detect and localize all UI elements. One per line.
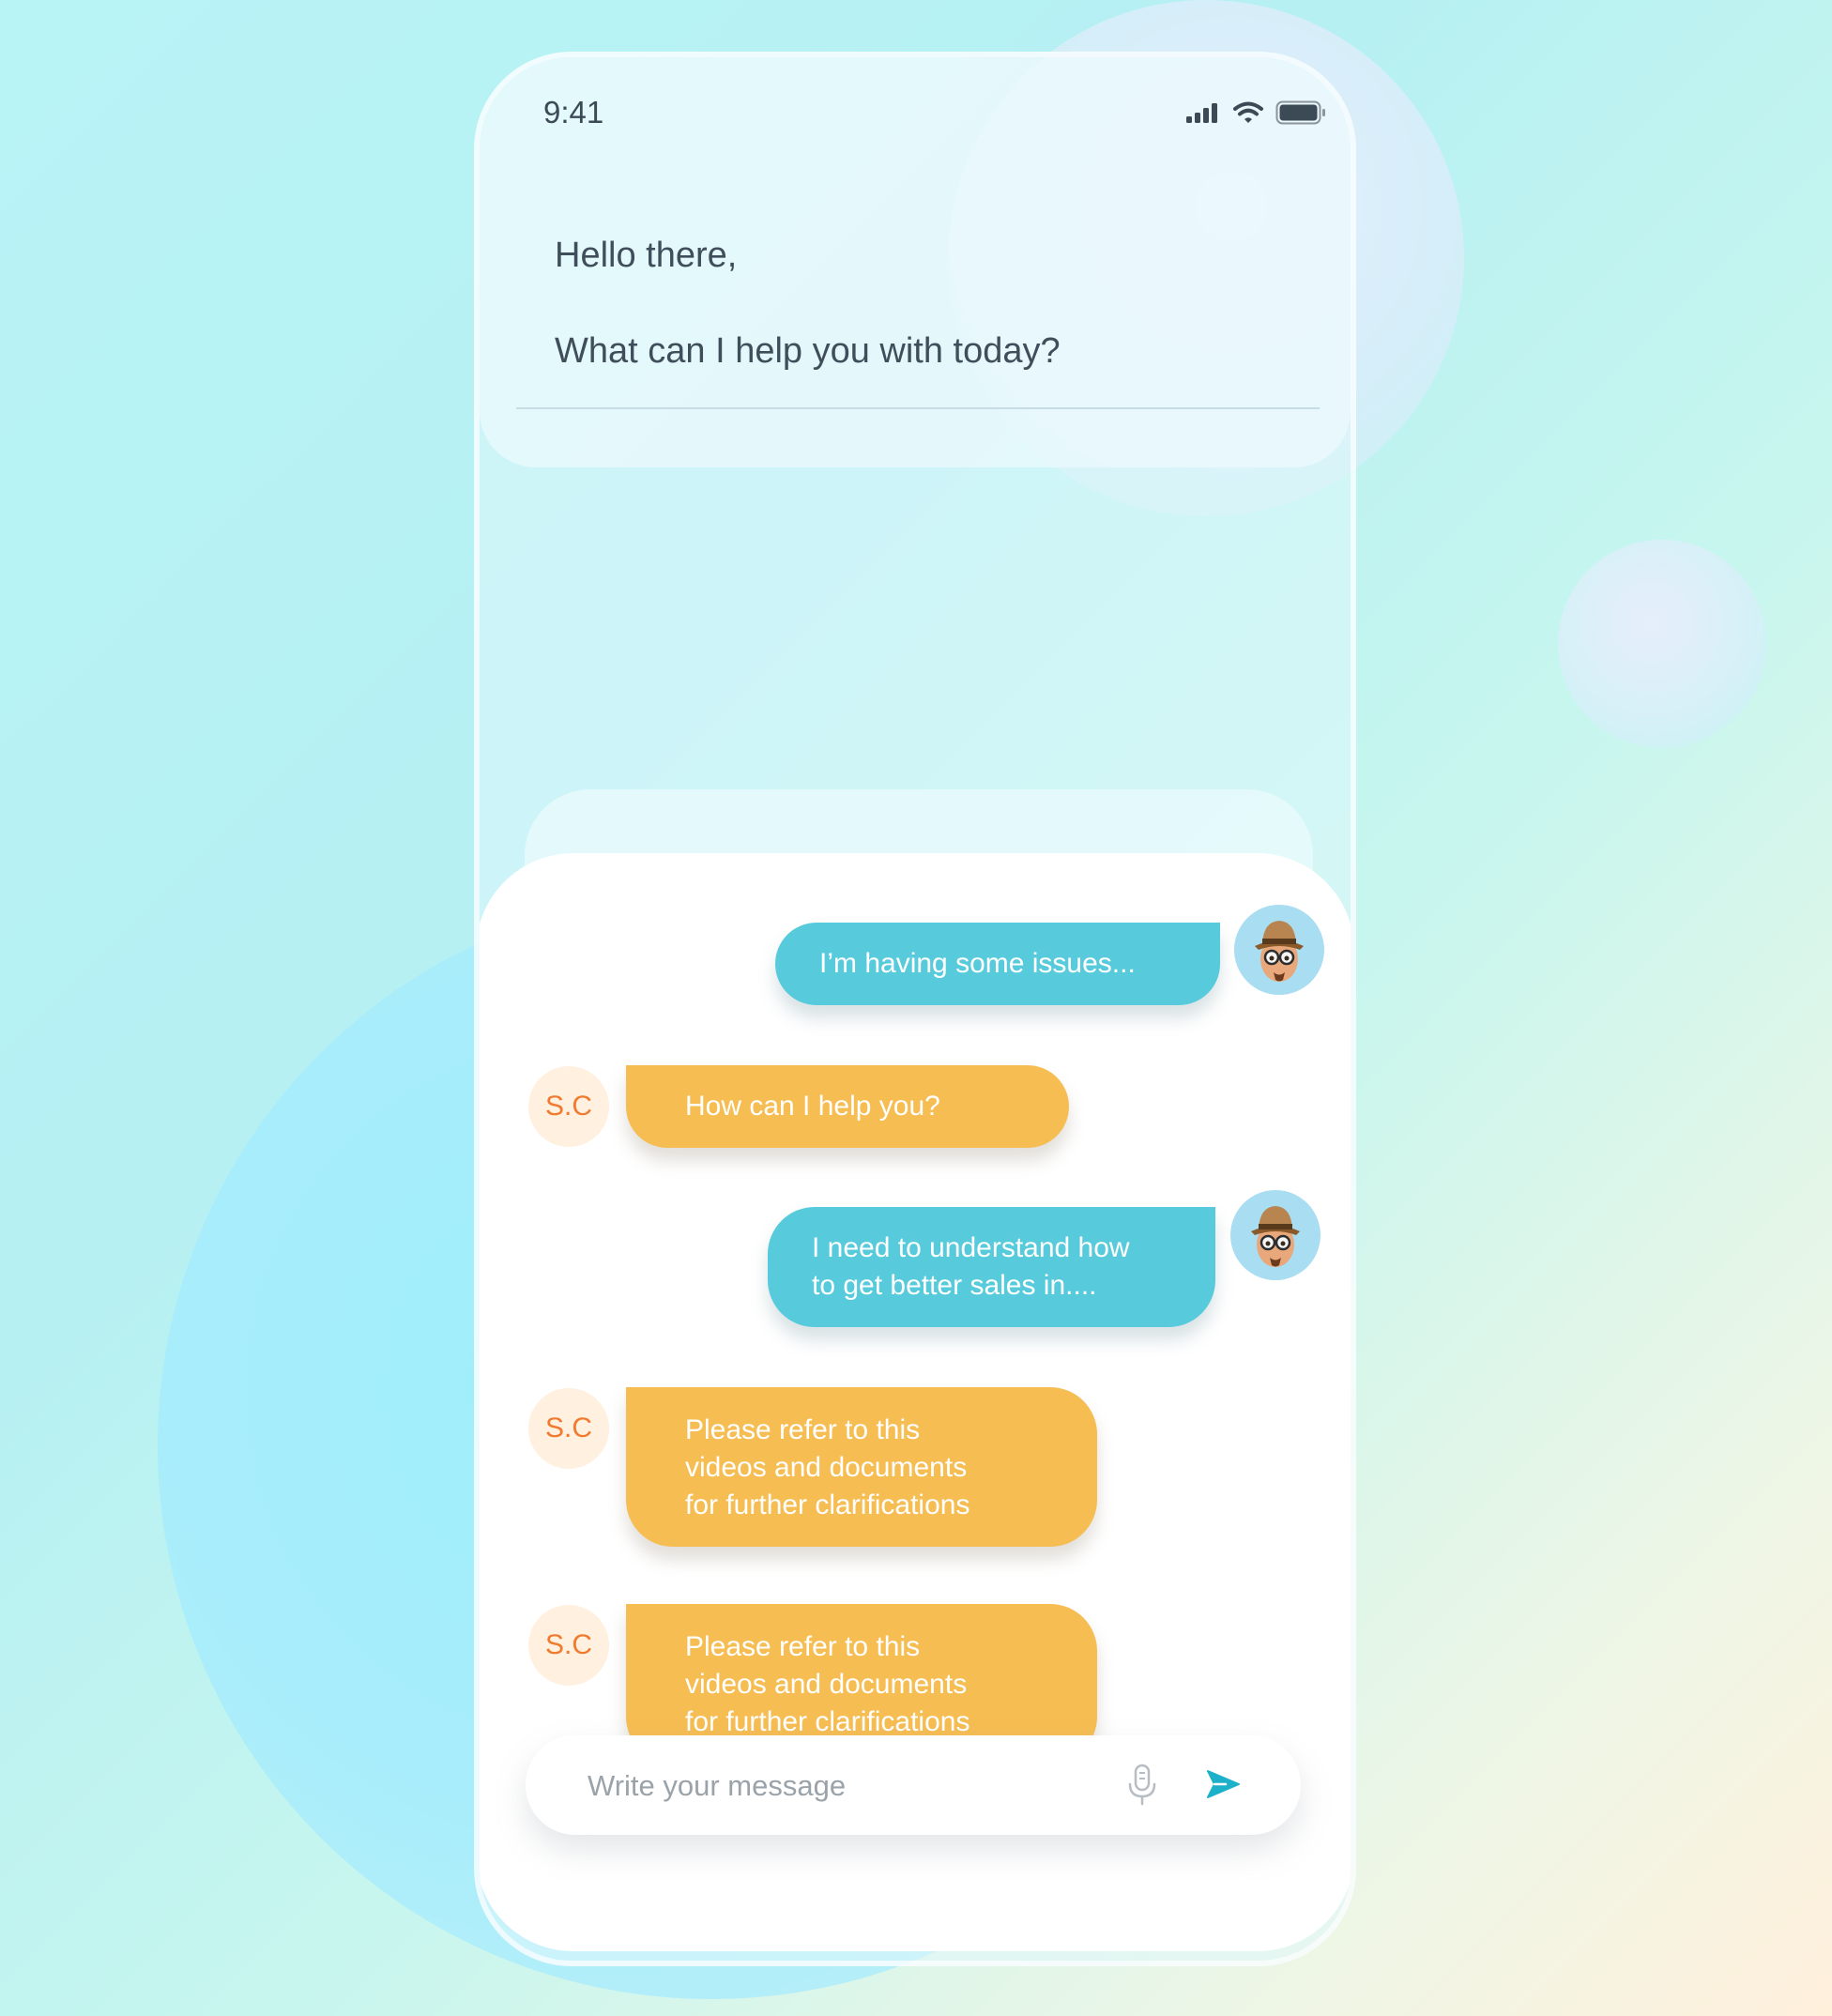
message-line: Please refer to this bbox=[685, 1631, 921, 1662]
user-avatar[interactable] bbox=[1234, 905, 1324, 995]
header-divider bbox=[516, 407, 1320, 409]
user-message-bubble: I’m having some issues... bbox=[775, 923, 1220, 1005]
bot-message-bubble: Please refer to this videos and document… bbox=[626, 1387, 1097, 1547]
message-line: I need to understand how bbox=[812, 1232, 1130, 1263]
bot-avatar[interactable]: S.C bbox=[528, 1066, 609, 1147]
battery-icon bbox=[1275, 100, 1325, 125]
prompt-question: What can I help you with today? bbox=[555, 331, 1061, 371]
bot-avatar[interactable]: S.C bbox=[528, 1605, 609, 1686]
message-line: for further clarifications bbox=[685, 1706, 970, 1737]
user-message-bubble: I need to understand how to get better s… bbox=[768, 1207, 1215, 1327]
greeting-text: Hello there, bbox=[555, 236, 738, 275]
bot-message-bubble: How can I help you? bbox=[626, 1065, 1069, 1148]
chat-panel: I’m having some issues... S.C How can I … bbox=[480, 853, 1351, 1951]
message-input[interactable] bbox=[586, 1762, 1077, 1810]
bot-initials: S.C bbox=[544, 1413, 592, 1443]
phone-frame: 9:41 Hello there, What can I help you wi… bbox=[474, 52, 1356, 1966]
message-line: Please refer to this bbox=[685, 1414, 921, 1445]
message-composer bbox=[526, 1735, 1301, 1835]
wifi-icon bbox=[1233, 101, 1263, 123]
message-text: I’m having some issues... bbox=[819, 948, 1136, 979]
header-panel: 9:41 Hello there, What can I help you wi… bbox=[480, 57, 1351, 467]
message-list[interactable]: I’m having some issues... S.C How can I … bbox=[480, 853, 1351, 1739]
microphone-icon[interactable] bbox=[1126, 1764, 1158, 1807]
message-text: How can I help you? bbox=[685, 1091, 940, 1122]
background-blob-small bbox=[1558, 540, 1766, 748]
message-line: videos and documents bbox=[685, 1669, 968, 1700]
user-avatar-icon bbox=[1255, 921, 1304, 982]
message-line: for further clarifications bbox=[685, 1489, 970, 1520]
bot-initials: S.C bbox=[544, 1091, 592, 1122]
user-avatar[interactable] bbox=[1230, 1190, 1321, 1280]
bot-message-bubble: Please refer to this videos and document… bbox=[626, 1604, 1097, 1739]
user-avatar-icon bbox=[1251, 1206, 1300, 1267]
message-line: to get better sales in.... bbox=[812, 1270, 1097, 1301]
bot-avatar[interactable]: S.C bbox=[528, 1388, 609, 1469]
bot-initials: S.C bbox=[544, 1629, 592, 1660]
send-icon[interactable] bbox=[1205, 1768, 1241, 1800]
status-icons bbox=[1185, 100, 1326, 125]
status-time: 9:41 bbox=[543, 95, 604, 130]
message-line: videos and documents bbox=[685, 1452, 968, 1483]
cellular-signal-icon bbox=[1186, 103, 1217, 123]
